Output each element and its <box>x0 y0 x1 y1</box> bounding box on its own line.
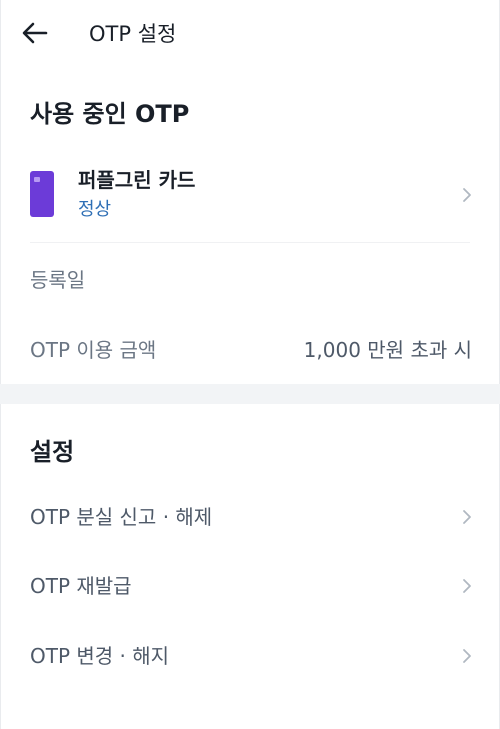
divider <box>30 242 470 243</box>
chevron-right-icon <box>463 649 471 663</box>
menu-item-label: OTP 재발급 <box>30 574 132 598</box>
otp-card-row[interactable]: 퍼플그린 카드 정상 <box>0 158 500 236</box>
active-otp-section-title: 사용 중인 OTP <box>30 100 190 128</box>
menu-item-reissue[interactable]: OTP 재발급 <box>0 558 500 614</box>
chevron-right-icon <box>463 510 471 524</box>
back-button[interactable] <box>18 16 52 50</box>
menu-item-change-cancel[interactable]: OTP 변경 · 해지 <box>0 628 500 684</box>
menu-item-label: OTP 변경 · 해지 <box>30 644 170 668</box>
section-gap <box>0 384 500 404</box>
usage-amount-label: OTP 이용 금액 <box>30 338 157 362</box>
arrow-left-icon <box>22 22 48 44</box>
menu-item-lost-report[interactable]: OTP 분실 신고 · 해제 <box>0 489 500 545</box>
card-image <box>30 171 54 217</box>
page-title: OTP 설정 <box>89 22 177 46</box>
register-date-label: 등록일 <box>30 268 86 292</box>
card-status: 정상 <box>78 199 112 220</box>
app-header: OTP 설정 <box>0 0 500 68</box>
menu-item-label: OTP 분실 신고 · 해제 <box>30 505 213 529</box>
chevron-right-icon <box>463 579 471 593</box>
card-name: 퍼플그린 카드 <box>78 168 196 192</box>
settings-section-title: 설정 <box>30 438 75 466</box>
card-chip <box>34 177 40 182</box>
chevron-right-icon <box>463 188 471 202</box>
usage-amount-value: 1,000 만원 초과 시 <box>303 338 472 362</box>
